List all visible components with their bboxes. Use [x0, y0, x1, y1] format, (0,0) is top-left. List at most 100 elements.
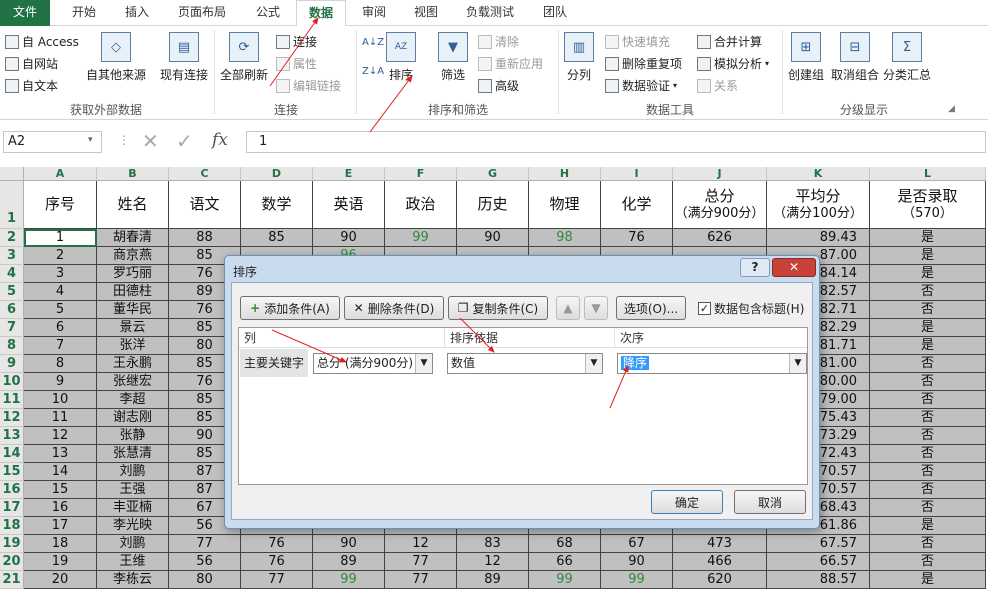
header-cell[interactable]: 姓名 — [97, 181, 169, 229]
table-cell[interactable]: 68 — [529, 535, 601, 553]
column-header-d[interactable]: D — [241, 167, 313, 181]
column-header-f[interactable]: F — [385, 167, 457, 181]
table-cell[interactable]: 张静 — [97, 427, 169, 445]
consolidate-button[interactable]: 合并计算 — [697, 33, 762, 50]
table-cell[interactable]: 是 — [870, 571, 986, 589]
order-select[interactable]: 降序 ▼ — [617, 353, 807, 374]
table-cell[interactable]: 466 — [673, 553, 767, 571]
subtotal-button[interactable]: Σ 分类汇总 — [883, 32, 931, 83]
table-cell[interactable]: 刘鹏 — [97, 463, 169, 481]
table-cell[interactable]: 90 — [313, 229, 385, 247]
table-cell[interactable]: 18 — [24, 535, 97, 553]
table-cell[interactable]: 董华民 — [97, 301, 169, 319]
from-text-button[interactable]: 自文本 — [5, 77, 58, 94]
table-cell[interactable]: 是 — [870, 319, 986, 337]
table-cell[interactable]: 田德柱 — [97, 283, 169, 301]
table-cell[interactable]: 76 — [241, 553, 313, 571]
select-all-corner[interactable] — [0, 167, 24, 181]
table-cell[interactable]: 66 — [529, 553, 601, 571]
table-cell[interactable]: 4 — [24, 283, 97, 301]
has-header-checkbox[interactable]: ✓ 数据包含标题(H) — [698, 300, 804, 317]
what-if-analysis-button[interactable]: 模拟分析 ▾ — [697, 55, 769, 72]
row-header[interactable]: 8 — [0, 337, 24, 355]
tab-file[interactable]: 文件 — [0, 0, 50, 26]
table-cell[interactable]: 否 — [870, 481, 986, 499]
table-cell[interactable]: 85 — [241, 229, 313, 247]
row-header[interactable]: 3 — [0, 247, 24, 265]
close-button[interactable]: ✕ — [772, 258, 816, 277]
table-cell[interactable]: 99 — [385, 229, 457, 247]
table-cell[interactable]: 9 — [24, 373, 97, 391]
from-access-button[interactable]: 自 Access — [5, 33, 79, 50]
tab-data[interactable]: 数据 — [296, 0, 346, 27]
row-header[interactable]: 1 — [0, 181, 24, 229]
remove-duplicates-button[interactable]: 删除重复项 — [605, 55, 682, 72]
table-cell[interactable]: 王永鹏 — [97, 355, 169, 373]
tab-view[interactable]: 视图 — [402, 0, 450, 26]
table-cell[interactable]: 67 — [601, 535, 673, 553]
table-cell[interactable]: 88 — [169, 229, 241, 247]
column-header-k[interactable]: K — [767, 167, 870, 181]
move-up-button[interactable]: ▲ — [556, 296, 580, 320]
table-cell[interactable]: 是 — [870, 247, 986, 265]
formula-input[interactable]: 1 — [246, 131, 986, 153]
table-cell[interactable]: 20 — [24, 571, 97, 589]
row-header[interactable]: 9 — [0, 355, 24, 373]
table-cell[interactable]: 谢志刚 — [97, 409, 169, 427]
table-cell[interactable]: 99 — [601, 571, 673, 589]
table-cell[interactable]: 3 — [24, 265, 97, 283]
row-header[interactable]: 17 — [0, 499, 24, 517]
row-header[interactable]: 16 — [0, 481, 24, 499]
table-cell[interactable]: 66.57 — [767, 553, 870, 571]
table-cell[interactable]: 89 — [313, 553, 385, 571]
tab-formulas[interactable]: 公式 — [244, 0, 292, 26]
table-cell[interactable]: 14 — [24, 463, 97, 481]
table-cell[interactable]: 19 — [24, 553, 97, 571]
ungroup-button[interactable]: ⊟ 取消组合 — [831, 32, 879, 83]
connections-button[interactable]: 连接 — [276, 33, 317, 50]
header-cell[interactable]: 数学 — [241, 181, 313, 229]
table-cell[interactable]: 否 — [870, 553, 986, 571]
edit-links-button[interactable]: 编辑链接 — [276, 77, 341, 94]
data-validation-button[interactable]: 数据验证 ▾ — [605, 77, 677, 94]
table-cell[interactable]: 胡春清 — [97, 229, 169, 247]
sort-column-select[interactable]: 总分 (满分900分) ▼ — [313, 353, 433, 374]
cancel-icon[interactable]: ✕ — [142, 129, 159, 153]
table-cell[interactable]: 否 — [870, 445, 986, 463]
table-cell[interactable]: 李栋云 — [97, 571, 169, 589]
table-cell[interactable]: 王强 — [97, 481, 169, 499]
move-down-button[interactable]: ▼ — [584, 296, 608, 320]
header-cell[interactable]: 英语 — [313, 181, 385, 229]
add-condition-button[interactable]: + 添加条件(A) — [240, 296, 340, 320]
delete-condition-button[interactable]: ✕ 删除条件(D) — [344, 296, 444, 320]
table-cell[interactable]: 90 — [313, 535, 385, 553]
group-button[interactable]: ⊞ 创建组 — [788, 32, 824, 83]
header-cell[interactable]: 序号 — [24, 181, 97, 229]
row-header[interactable]: 21 — [0, 571, 24, 589]
column-header-a[interactable]: A — [24, 167, 97, 181]
row-header[interactable]: 18 — [0, 517, 24, 535]
table-cell[interactable]: 否 — [870, 463, 986, 481]
tab-insert[interactable]: 插入 — [113, 0, 161, 26]
table-cell[interactable]: 620 — [673, 571, 767, 589]
header-cell[interactable]: 政治 — [385, 181, 457, 229]
relationships-button[interactable]: 关系 — [697, 77, 738, 94]
table-cell[interactable]: 83 — [457, 535, 529, 553]
column-header-g[interactable]: G — [457, 167, 529, 181]
table-cell[interactable]: 是 — [870, 337, 986, 355]
table-cell[interactable]: 张慧清 — [97, 445, 169, 463]
table-cell[interactable]: 6 — [24, 319, 97, 337]
table-cell[interactable]: 12 — [385, 535, 457, 553]
row-header[interactable]: 11 — [0, 391, 24, 409]
row-header[interactable]: 20 — [0, 553, 24, 571]
table-cell[interactable]: 626 — [673, 229, 767, 247]
table-cell[interactable]: 98 — [529, 229, 601, 247]
table-cell[interactable]: 商京燕 — [97, 247, 169, 265]
table-cell[interactable]: 李超 — [97, 391, 169, 409]
header-cell[interactable]: 是否录取 （570） — [870, 181, 986, 229]
ok-button[interactable]: 确定 — [651, 490, 723, 514]
row-header[interactable]: 14 — [0, 445, 24, 463]
table-cell[interactable]: 77 — [385, 553, 457, 571]
column-header-e[interactable]: E — [313, 167, 385, 181]
reapply-button[interactable]: 重新应用 — [478, 55, 543, 72]
